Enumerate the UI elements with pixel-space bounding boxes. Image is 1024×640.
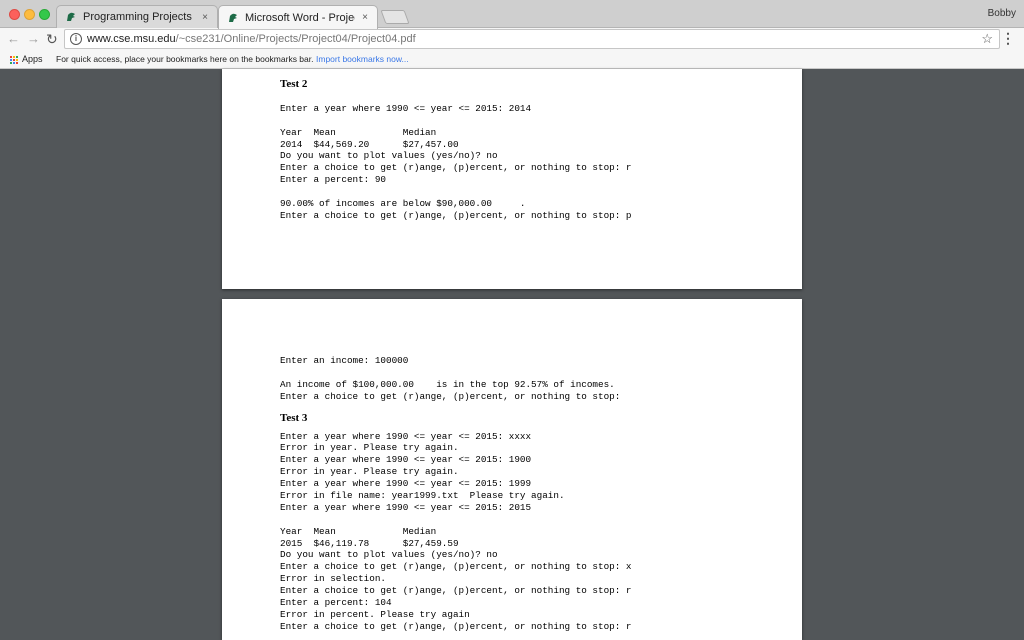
- console-line: Enter a choice to get (r)ange, (p)ercent…: [280, 585, 632, 597]
- console-output: Enter a year where 1990 <= year <= 2015:…: [280, 431, 631, 633]
- console-line: Enter a choice to get (r)ange, (p)ercent…: [280, 561, 632, 573]
- tab-title: Programming Projects: [83, 11, 192, 23]
- console-line: Year Mean Median: [280, 126, 437, 138]
- console-line: Enter a year where 1990 <= year <= 2015:…: [280, 501, 532, 513]
- console-line: Enter a year where 1990 <= year <= 2015:…: [280, 454, 532, 466]
- pdf-page-2-content: Enter an income: 100000 An income of $100…: [280, 355, 631, 633]
- console-output: Enter an income: 100000 An income of $100…: [280, 355, 631, 403]
- browser-toolbar: ← → ↻ i www.cse.msu.edu/~cse231/Online/P…: [0, 28, 1024, 50]
- console-line: Enter an income: 100000: [280, 355, 409, 366]
- console-line: Error in percent. Please try again: [280, 608, 470, 620]
- apps-link[interactable]: Apps: [22, 54, 43, 64]
- spartan-helmet-icon: [229, 13, 237, 22]
- url-text[interactable]: www.cse.msu.edu/~cse231/Online/Projects/…: [87, 33, 416, 45]
- close-icon[interactable]: ×: [359, 12, 371, 23]
- console-line: Do you want to plot values (yes/no)? no: [280, 150, 498, 162]
- url-path: /~cse231/Online/Projects/Project04/Proje…: [175, 33, 416, 45]
- console-line: 2014 $44,569.20 $27,457.00: [280, 138, 459, 150]
- console-line: Error in year. Please try again.: [280, 442, 459, 454]
- console-line: Year Mean Median: [280, 525, 437, 537]
- zoom-window-button[interactable]: [39, 9, 50, 20]
- new-tab-button[interactable]: [380, 10, 410, 24]
- console-line: Do you want to plot values (yes/no)? no: [280, 549, 498, 561]
- console-line: Enter a percent: 104: [280, 597, 392, 609]
- console-line: 90.00% of incomes are below $90,000.00 .: [280, 198, 526, 210]
- console-output: Enter a year where 1990 <= year <= 2015:…: [280, 103, 631, 222]
- section-heading: Test 2: [280, 78, 308, 90]
- pdf-page-1: Test 2 Enter a year where 1990 <= year <…: [222, 69, 802, 289]
- console-line: Enter a choice to get (r)ange, (p)ercent…: [280, 620, 632, 632]
- apps-grid-icon[interactable]: [9, 55, 18, 64]
- pdf-page-2: Enter an income: 100000 An income of $100…: [222, 299, 802, 640]
- console-line: Enter a year where 1990 <= year <= 2015:…: [280, 478, 532, 490]
- bookmarks-bar: Apps For quick access, place your bookma…: [0, 50, 1024, 69]
- address-bar[interactable]: i www.cse.msu.edu/~cse231/Online/Project…: [64, 29, 1000, 49]
- console-line: Enter a year where 1990 <= year <= 2015:…: [280, 102, 532, 114]
- console-line: An income of $100,000.00 is in the top 9…: [280, 378, 615, 390]
- tab-title: Microsoft Word - Project04.do: [245, 11, 355, 24]
- tab-strip: Programming Projects × Microsoft Word - …: [0, 0, 1024, 29]
- console-line: Enter a year where 1990 <= year <= 2015:…: [280, 430, 532, 442]
- forward-arrow-icon[interactable]: →: [27, 31, 40, 47]
- close-window-button[interactable]: [9, 9, 20, 20]
- section-heading: Test 3: [280, 411, 308, 424]
- back-arrow-icon[interactable]: ←: [7, 31, 20, 47]
- pdf-page-1-content: Test 2 Enter a year where 1990 <= year <…: [280, 77, 631, 222]
- minimize-window-button[interactable]: [24, 9, 35, 20]
- console-line: Enter a percent: 90: [280, 174, 387, 186]
- tab-microsoft-word-project04[interactable]: Microsoft Word - Project04.do ×: [218, 5, 378, 29]
- console-line: Enter a choice to get (r)ange, (p)ercent…: [280, 162, 632, 174]
- console-line: Enter a choice to get (r)ange, (p)ercent…: [280, 209, 632, 221]
- close-icon[interactable]: ×: [199, 12, 211, 23]
- reload-icon[interactable]: ↻: [46, 31, 58, 47]
- import-bookmarks-link[interactable]: Import bookmarks now...: [316, 54, 409, 64]
- profile-name[interactable]: Bobby: [988, 8, 1016, 19]
- bookmarks-hint: For quick access, place your bookmarks h…: [56, 54, 314, 64]
- info-icon[interactable]: i: [70, 33, 82, 45]
- console-line: Enter a choice to get (r)ange, (p)ercent…: [280, 390, 621, 402]
- console-line: Error in selection.: [280, 573, 387, 585]
- tab-programming-projects[interactable]: Programming Projects ×: [56, 5, 218, 28]
- console-line: 2015 $46,119.78 $27,459.59: [280, 537, 459, 549]
- bookmark-star-icon[interactable]: ☆: [981, 31, 993, 47]
- console-line: Error in file name: year1999.txt Please …: [280, 490, 565, 502]
- url-host: www.cse.msu.edu: [87, 33, 176, 45]
- spartan-helmet-icon: [67, 12, 75, 21]
- menu-dots-icon[interactable]: ⋮: [1001, 30, 1015, 47]
- console-line: Error in year. Please try again.: [280, 466, 459, 478]
